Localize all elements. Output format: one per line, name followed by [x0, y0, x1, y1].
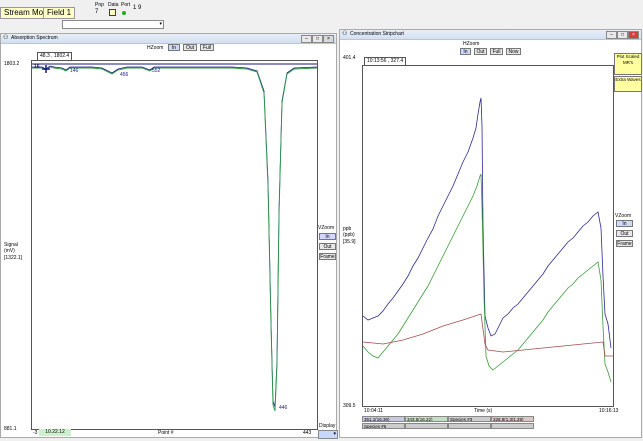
x-axis-label: Point # [158, 430, 174, 436]
vzoom-frame-button[interactable]: Frame [319, 253, 336, 260]
legend-item[interactable]: Species #3 [448, 416, 491, 422]
spectrum-line-green [32, 66, 317, 412]
hzoom-full-button[interactable]: Full [200, 44, 214, 51]
legend-item[interactable]: 343.5(16.22) [405, 416, 448, 422]
data-indicator-checkbox[interactable] [109, 9, 116, 16]
y-axis-label-line2: (ppb) [343, 232, 355, 238]
data-label: Data [108, 2, 119, 8]
port-value: 1 9 [133, 5, 142, 11]
concentration-stripchart-window: ⚇ Concentration Stripchart – □ × HZoom I… [339, 29, 642, 438]
hzoom-in-button[interactable]: In [460, 48, 471, 55]
top-toolbar: Stream Mode Field 1 Pnp 7 Data Port 1 9 … [0, 0, 643, 30]
legend-item[interactable]: 351.1(16.36) [362, 416, 405, 422]
window-icon: ⚇ [3, 35, 9, 41]
hzoom-in-button[interactable]: In [168, 44, 180, 51]
y-min-label: 881.1 [4, 426, 17, 432]
peak-label-3: 456 [120, 72, 129, 78]
minimize-icon[interactable]: – [301, 35, 312, 43]
y-axis-label-line3: [1322.1] [4, 255, 23, 261]
selection-combobox[interactable]: ▾ [62, 20, 164, 29]
spectrum-plot-area[interactable]: 16 146 456 552 446 [31, 60, 318, 430]
x-max-label: 10:16:13 [599, 408, 619, 414]
legend-item[interactable] [448, 423, 491, 429]
legend-item[interactable] [491, 423, 534, 429]
display-select[interactable]: ▾ [318, 430, 338, 439]
y-axis-label-line2: (mV) [4, 248, 15, 254]
window-titlebar: ⚇ Absorption Spectrum – □ × [1, 34, 336, 44]
vzoom-frame-button[interactable]: Frame [616, 240, 633, 247]
x-min-label: -3 [33, 430, 38, 436]
vzoom-in-button[interactable]: In [616, 220, 633, 227]
x-min-label: 10:04:11 [364, 408, 384, 414]
chevron-down-icon: ▾ [333, 431, 336, 437]
species-legend: 351.1(16.36) 343.5(16.22) Species #3 328.8(… [362, 416, 534, 430]
plot-scaled-mrs-button[interactable]: Plot Scaled MR's [614, 53, 642, 75]
close-icon[interactable]: × [628, 31, 639, 39]
y-axis-label-line3: [35.9] [343, 239, 356, 245]
legend-item[interactable]: Species #5 [362, 423, 405, 429]
vzoom-out-button[interactable]: Out [616, 230, 633, 237]
vzoom-label: VZoom [318, 225, 335, 231]
pnp-value: 7 [95, 9, 99, 15]
y-max-label: 401.4 [343, 55, 356, 61]
timestamp-display: 10.22.12 [39, 429, 71, 436]
y-min-label: 309.5 [343, 403, 356, 409]
x-max-label: 443 [303, 430, 312, 436]
peak-label-1: 16 [34, 64, 40, 70]
peak-label-2: 146 [70, 68, 79, 74]
extra-waves-button[interactable]: Extra Waves [614, 76, 642, 92]
y-max-label: 1803.2 [4, 61, 20, 67]
hzoom-out-button[interactable]: Out [474, 48, 487, 55]
legend-item[interactable]: 328.8(1.3/1.29) [491, 416, 534, 422]
port-label: Port [121, 2, 131, 8]
series-line-blue [363, 97, 612, 349]
peak-label-4: 552 [152, 68, 161, 74]
hzoom-now-button[interactable]: Now [506, 48, 521, 55]
vzoom-out-button[interactable]: Out [319, 243, 336, 250]
port-status-icon [122, 11, 126, 15]
peak-label-5: 446 [279, 405, 288, 411]
stripchart-svg [363, 97, 613, 383]
chevron-down-icon: ▾ [159, 21, 162, 27]
stripchart-plot-area[interactable] [362, 65, 614, 407]
series-line-green [363, 173, 612, 383]
window-title: Concentration Stripchart [350, 31, 404, 37]
hzoom-out-button[interactable]: Out [183, 44, 197, 51]
hzoom-label: HZoom [147, 45, 164, 51]
minimize-icon[interactable]: – [606, 31, 617, 39]
absorption-spectrum-window: ⚇ Absorption Spectrum – □ × HZoom In Out… [0, 33, 338, 439]
maximize-icon[interactable]: □ [617, 31, 628, 39]
x-axis-label: Time (s) [474, 408, 493, 414]
vzoom-in-button[interactable]: In [319, 233, 336, 240]
pnp-label: Pnp [95, 2, 104, 8]
spectrum-svg [32, 63, 317, 412]
field-selector[interactable]: Field 1 [43, 7, 76, 19]
hzoom-label: HZoom [463, 41, 480, 47]
display-label: Display [319, 423, 336, 429]
series-line-red [363, 313, 613, 357]
hzoom-full-button[interactable]: Full [490, 48, 503, 55]
close-icon[interactable]: × [323, 35, 334, 43]
vzoom-label: VZoom [615, 213, 632, 219]
window-icon: ⚇ [342, 31, 348, 37]
legend-item[interactable] [405, 423, 448, 429]
spectrum-line-blue [32, 65, 317, 408]
window-title: Absorption Spectrum [11, 35, 58, 41]
peak-markers [42, 65, 50, 73]
maximize-icon[interactable]: □ [312, 35, 323, 43]
window-titlebar: ⚇ Concentration Stripchart – □ × [340, 30, 641, 40]
